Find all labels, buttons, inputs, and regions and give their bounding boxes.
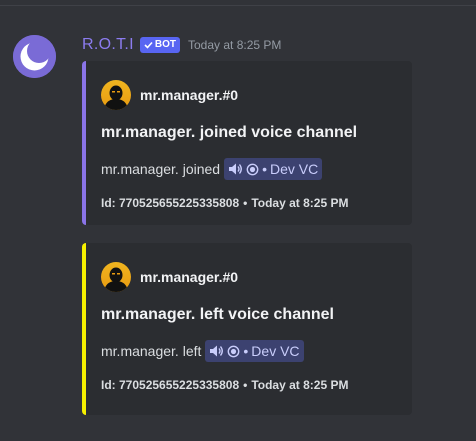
embed-author: mr.manager.#0 [101, 80, 238, 110]
description-text: mr.manager. left [101, 343, 202, 359]
embed-title: mr.manager. left voice channel [101, 306, 334, 323]
embed-joined: mr.manager.#0 mr.manager. joined voice c… [82, 61, 412, 225]
embed-author: mr.manager.#0 [101, 262, 238, 292]
speaker-icon [210, 345, 224, 357]
footer-time: Today at 8:25 PM [251, 196, 349, 210]
message-divider [0, 5, 476, 6]
embed-footer: Id: 770525655225335808 • Today at 8:25 P… [101, 196, 348, 210]
embed-description: mr.manager. left • Dev VC [101, 340, 304, 362]
embed-footer: Id: 770525655225335808 • Today at 8:25 P… [101, 378, 348, 392]
embed-left: mr.manager.#0 mr.manager. left voice cha… [82, 243, 412, 415]
author-avatar[interactable] [101, 262, 131, 292]
author-avatar[interactable] [101, 80, 131, 110]
channel-mention[interactable]: • Dev VC [205, 340, 304, 362]
channel-name: Dev VC [251, 343, 300, 359]
separator-dot: • [243, 343, 249, 359]
channel-mention[interactable]: • Dev VC [224, 158, 323, 180]
footer-id: Id: 770525655225335808 [101, 196, 240, 210]
embed-title: mr.manager. joined voice channel [101, 124, 358, 141]
silhouette-icon [104, 85, 128, 110]
separator-dot: • [262, 161, 267, 177]
author-name[interactable]: mr.manager.#0 [140, 87, 238, 103]
message-header: R.O.T.I BOT Today at 8:25 PM [82, 34, 281, 56]
separator-dot: • [243, 196, 248, 210]
silhouette-icon [104, 267, 128, 292]
live-dot-icon [246, 163, 259, 175]
live-dot-icon [227, 345, 240, 357]
bot-avatar[interactable] [13, 35, 56, 78]
bot-badge-label: BOT [154, 39, 176, 50]
verified-check-icon [144, 41, 153, 49]
embed-description: mr.manager. joined • Dev VC [101, 158, 323, 180]
bot-badge: BOT [139, 37, 180, 53]
username[interactable]: R.O.T.I [82, 36, 134, 54]
description-text: mr.manager. joined [101, 161, 221, 177]
embed-accent-bar [82, 243, 86, 415]
separator-dot: • [243, 378, 248, 392]
moon-logo-icon [13, 35, 56, 78]
footer-id: Id: 770525655225335808 [101, 378, 240, 392]
author-name[interactable]: mr.manager.#0 [140, 269, 238, 285]
channel-name: Dev VC [269, 161, 319, 177]
embed-accent-bar [82, 61, 86, 225]
message-timestamp[interactable]: Today at 8:25 PM [188, 38, 281, 52]
footer-time: Today at 8:25 PM [251, 378, 349, 392]
speaker-icon [229, 163, 243, 175]
